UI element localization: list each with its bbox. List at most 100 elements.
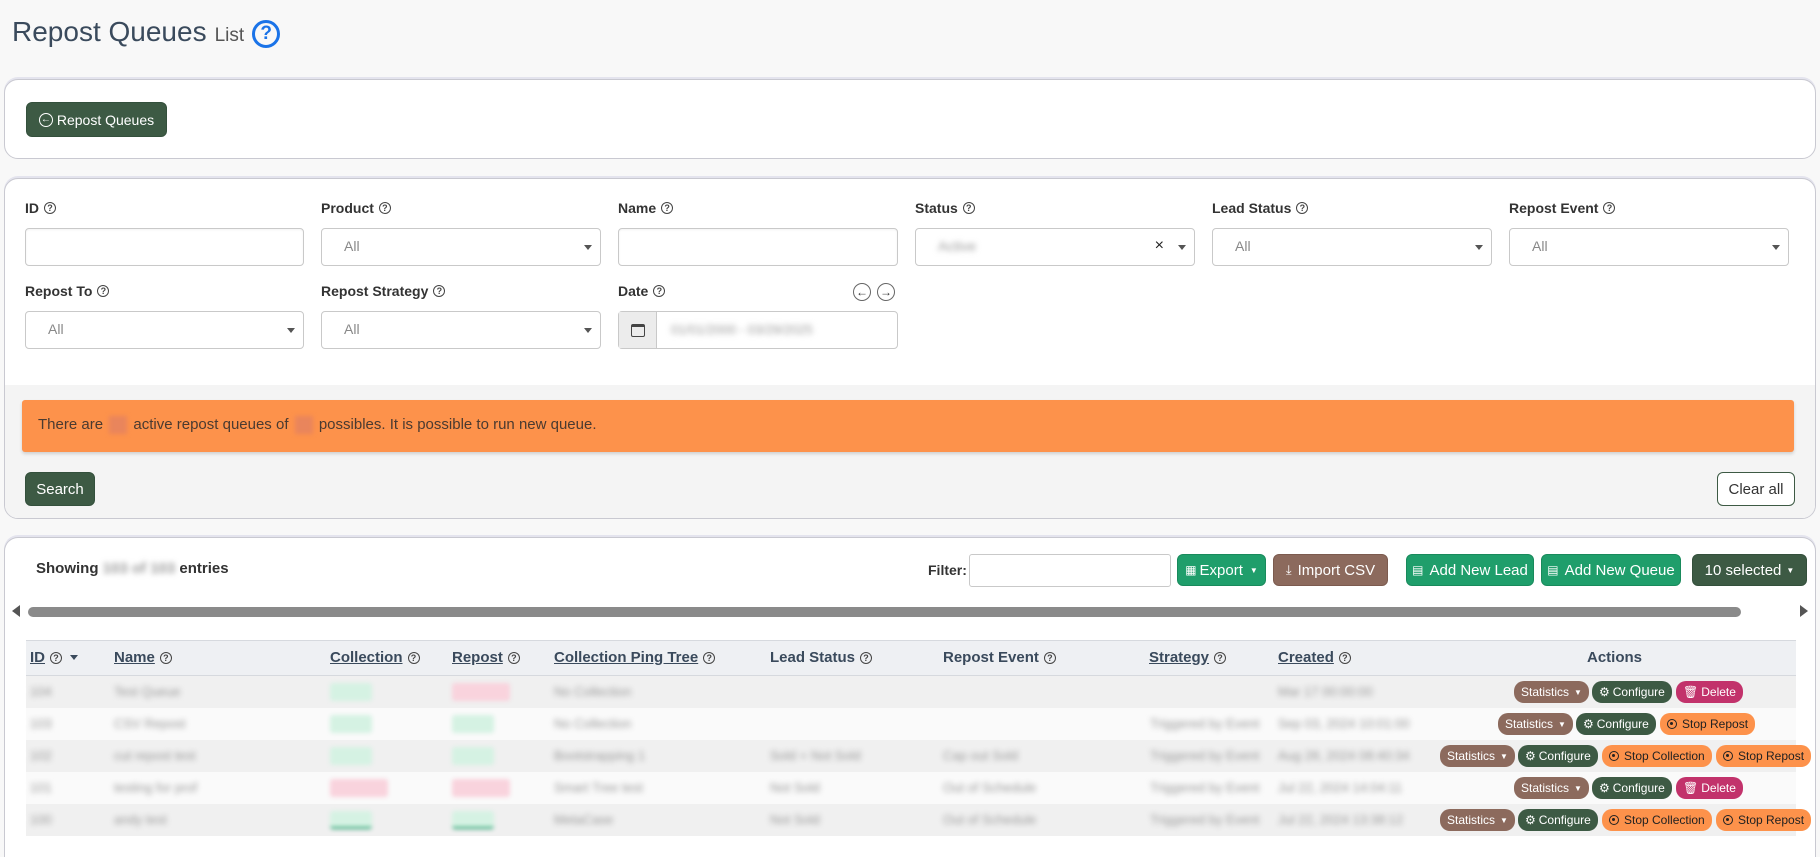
col-collection[interactable]: Collection? xyxy=(330,649,420,666)
row-ping-tree: Bootstrapping 1 xyxy=(554,748,646,763)
repost-to-select[interactable]: All xyxy=(25,311,304,349)
column-selector-button[interactable]: 10 selected ▼ xyxy=(1692,554,1807,586)
repost-active-badge xyxy=(452,811,494,829)
export-button[interactable]: ▦ Export ▼ xyxy=(1177,554,1266,586)
horizontal-scrollbar[interactable] xyxy=(10,603,1810,621)
help-icon: ? xyxy=(1603,202,1616,214)
lead-status-select[interactable]: All xyxy=(1212,228,1492,266)
row-strategy: Triggered by Event xyxy=(1150,748,1260,763)
status-select[interactable]: Active × xyxy=(915,228,1195,266)
help-icon: ? xyxy=(962,202,975,214)
repost-disabled-badge xyxy=(452,779,510,797)
arrow-right-icon[interactable]: → xyxy=(877,283,895,301)
stop-circle-icon xyxy=(1609,751,1619,761)
chevron-down-icon xyxy=(1475,245,1483,250)
row-strategy: Triggered by Event xyxy=(1150,716,1260,731)
page-header: Repost Queues List ? xyxy=(12,16,281,50)
product-select[interactable]: All xyxy=(321,228,601,266)
stop-collection-button[interactable]: Stop Collection xyxy=(1602,745,1712,767)
table-header-row xyxy=(26,640,1796,676)
delete-button[interactable]: 🗑 Delete xyxy=(1676,681,1743,703)
stop-collection-button[interactable]: Stop Collection xyxy=(1602,809,1712,831)
col-strategy[interactable]: Strategy? xyxy=(1149,649,1227,666)
back-button-label: Repost Queues xyxy=(56,111,155,128)
configure-button[interactable]: ⚙ Configure xyxy=(1592,681,1672,703)
statistics-button[interactable]: Statistics ▼ xyxy=(1514,681,1589,703)
clear-all-button[interactable]: Clear all xyxy=(1717,472,1795,506)
row-created: Jul 22, 2024 13:38:12 xyxy=(1278,812,1404,827)
arrow-left-icon[interactable]: ← xyxy=(853,283,871,301)
id-input[interactable] xyxy=(25,228,304,266)
chevron-down-icon: ▼ xyxy=(1786,565,1795,575)
row-ping-tree: Smart Tree test xyxy=(554,780,643,795)
col-id[interactable]: ID? xyxy=(30,649,78,666)
name-input[interactable] xyxy=(618,228,898,266)
col-collection-ping-tree[interactable]: Collection Ping Tree? xyxy=(554,649,716,666)
date-filter-label: Date? xyxy=(618,283,666,299)
repost-event-select[interactable]: All xyxy=(1509,228,1789,266)
row-strategy: Triggered by Event xyxy=(1150,812,1260,827)
table-row: 100 andy test MetaCase Not Sold Out of S… xyxy=(26,804,1812,836)
col-created[interactable]: Created? xyxy=(1278,649,1351,666)
add-new-lead-button[interactable]: ▤ Add New Lead xyxy=(1406,554,1534,586)
row-repost-event: Out of Schedule xyxy=(943,780,1037,795)
scroll-left-icon xyxy=(12,605,20,617)
row-id: 104 xyxy=(30,684,52,699)
chevron-down-icon xyxy=(1772,245,1780,250)
table-row: 101 testing for prof Smart Tree test Not… xyxy=(26,772,1796,804)
help-icon[interactable]: ? xyxy=(252,20,281,48)
file-plus-icon: ▤ xyxy=(1412,563,1424,577)
row-created: Aug 28, 2024 08:40:34 xyxy=(1278,748,1410,763)
row-ping-tree: No Collection xyxy=(554,684,632,699)
repost-disabled-badge xyxy=(452,683,510,701)
filter-label: Filter: xyxy=(928,562,967,578)
row-id: 102 xyxy=(30,748,52,763)
calendar-icon xyxy=(619,312,657,348)
date-range-picker[interactable]: 01/01/2000 - 03/29/2025 xyxy=(618,311,898,349)
collection-active-badge xyxy=(330,715,372,733)
import-csv-button[interactable]: ⤓ Import CSV xyxy=(1273,554,1388,586)
row-repost-event: Cap out Sold xyxy=(943,748,1019,763)
statistics-button[interactable]: Statistics ▼ xyxy=(1498,713,1573,735)
queue-status-alert: There are active repost queues of possib… xyxy=(22,400,1794,452)
redacted-count xyxy=(294,416,313,435)
col-lead-status: Lead Status? xyxy=(770,649,873,666)
stop-repost-button[interactable]: Stop Repost xyxy=(1716,809,1812,831)
col-name[interactable]: Name? xyxy=(114,649,172,666)
upload-icon: ⤓ xyxy=(1285,562,1292,577)
date-range-value: 01/01/2000 - 03/29/2025 xyxy=(671,322,813,337)
search-button[interactable]: Search xyxy=(25,472,95,506)
status-selected-value: Active xyxy=(938,238,977,254)
repost-event-filter-label: Repost Event? xyxy=(1509,200,1616,216)
stop-repost-button[interactable]: Stop Repost xyxy=(1660,713,1756,735)
clear-selection-icon[interactable]: × xyxy=(1155,237,1164,255)
help-icon: ? xyxy=(653,285,666,297)
stop-circle-icon xyxy=(1609,815,1619,825)
chevron-down-icon xyxy=(584,245,592,250)
row-name: CSV Repost xyxy=(114,716,186,731)
delete-button[interactable]: 🗑 Delete xyxy=(1676,777,1743,799)
scroll-right-icon xyxy=(1800,605,1808,617)
statistics-button[interactable]: Statistics ▼ xyxy=(1440,809,1515,831)
back-to-repost-queues-button[interactable]: ← Repost Queues xyxy=(26,102,167,137)
gear-icon: ⚙ xyxy=(1583,717,1594,731)
row-name: cut repost test xyxy=(114,748,196,763)
col-actions: Actions xyxy=(1587,649,1643,666)
col-repost[interactable]: Repost? xyxy=(452,649,520,666)
configure-button[interactable]: ⚙ Configure xyxy=(1518,745,1598,767)
trash-icon: 🗑 xyxy=(1683,685,1699,699)
add-new-queue-button[interactable]: ▤ Add New Queue xyxy=(1541,554,1681,586)
repost-strategy-select[interactable]: All xyxy=(321,311,601,349)
configure-button[interactable]: ⚙ Configure xyxy=(1576,713,1656,735)
configure-button[interactable]: ⚙ Configure xyxy=(1518,809,1598,831)
stop-repost-button[interactable]: Stop Repost xyxy=(1716,745,1812,767)
configure-button[interactable]: ⚙ Configure xyxy=(1592,777,1672,799)
file-plus-icon: ▤ xyxy=(1547,563,1559,577)
stop-circle-icon xyxy=(1667,719,1677,729)
statistics-button[interactable]: Statistics ▼ xyxy=(1514,777,1589,799)
chevron-down-icon xyxy=(1178,245,1186,250)
statistics-button[interactable]: Statistics ▼ xyxy=(1440,745,1515,767)
gear-icon: ⚙ xyxy=(1599,685,1610,699)
table-filter-input[interactable] xyxy=(969,554,1171,587)
row-name: Test Queue xyxy=(114,684,181,699)
